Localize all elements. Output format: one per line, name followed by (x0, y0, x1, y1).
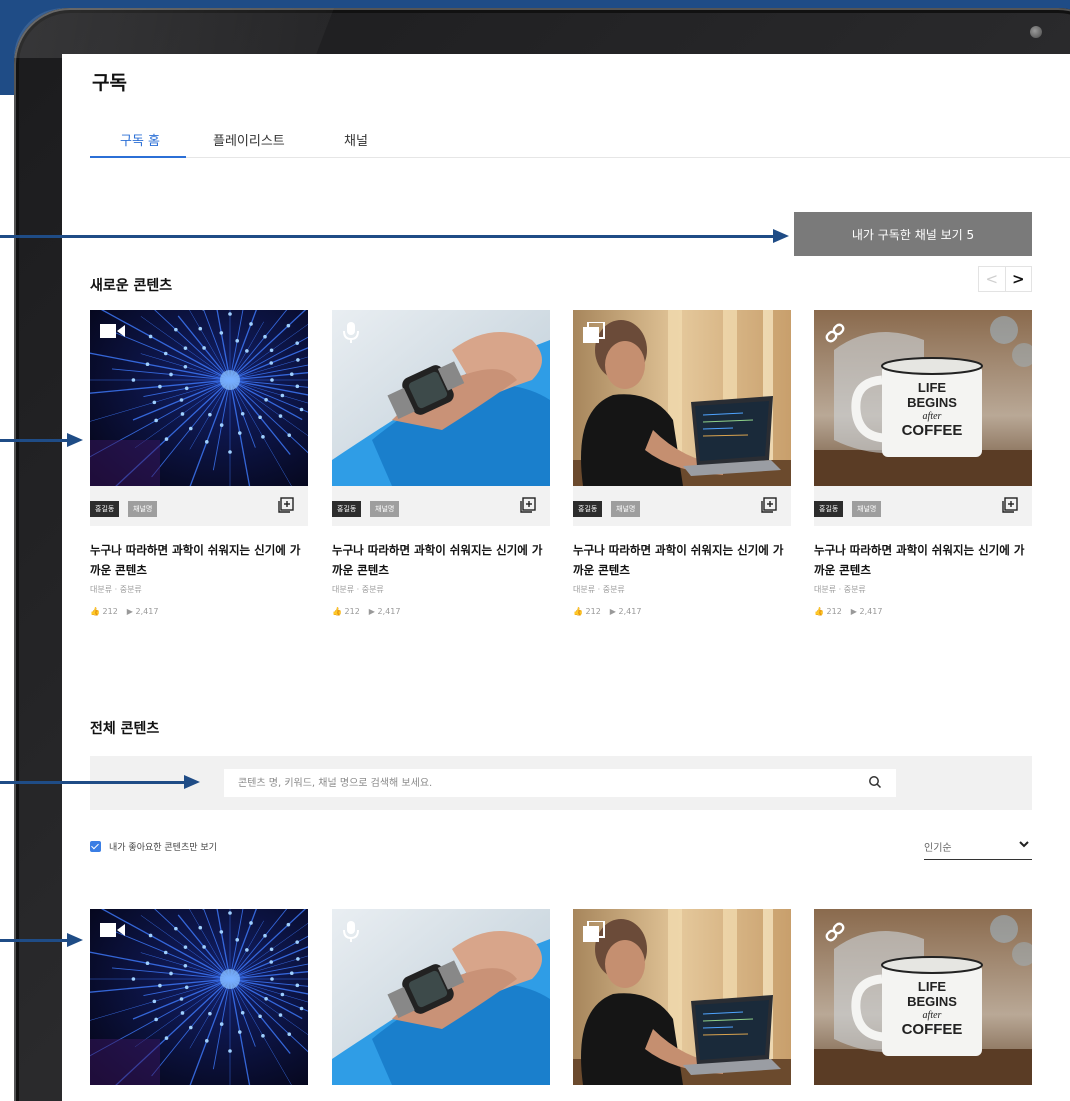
tab-playlist[interactable]: 플레이리스트 (213, 130, 285, 149)
like-count: 212 (344, 607, 360, 616)
channel-badge[interactable]: 채널명 (611, 501, 641, 517)
content-category: 대분류 · 중분류 (814, 585, 866, 594)
thumbs-up-icon: 👍 (90, 607, 100, 616)
thumbs-up-icon: 👍 (814, 607, 824, 616)
svg-text:after: after (923, 411, 942, 422)
svg-text:after: after (923, 1010, 942, 1021)
carousel-pager: < > (978, 266, 1032, 292)
content-card[interactable] (90, 909, 308, 1085)
content-thumbnail[interactable] (90, 909, 308, 1085)
svg-text:LIFE: LIFE (918, 380, 946, 395)
channel-badge[interactable]: 채널명 (370, 501, 400, 517)
annotation-arrow (0, 229, 789, 243)
app-screen: 구독 구독 홈 플레이리스트 채널 내가 구독한 채널 보기 5 새로운 콘텐츠… (62, 54, 1070, 1101)
active-tab-indicator (90, 156, 186, 158)
prev-button[interactable]: < (979, 267, 1006, 291)
content-stats: 👍 212 ▶ 2,417 (814, 607, 1032, 616)
author-badge[interactable]: 홍길동 (573, 501, 603, 517)
annotation-arrow (0, 775, 200, 789)
author-badge[interactable]: 홍길동 (90, 501, 120, 517)
content-thumbnail[interactable] (573, 310, 791, 486)
annotation-arrow (0, 933, 83, 947)
content-category: 대분류 · 중분류 (573, 585, 625, 594)
view-count: 2,417 (377, 607, 401, 616)
content-card[interactable]: 홍길동 채널명 누구나 따라하면 과학이 쉬워지는 신기에 가까운 콘텐츠 대분… (90, 310, 308, 616)
content-card[interactable] (573, 909, 791, 1085)
next-button[interactable]: > (1006, 267, 1032, 291)
sort-value: 인기순 (924, 843, 952, 854)
sort-dropdown[interactable]: 인기순 (924, 836, 1032, 860)
card-meta-bar: 홍길동 채널명 (814, 486, 1032, 526)
tab-bar: 구독 홈 플레이리스트 채널 (90, 122, 1070, 158)
add-to-playlist-icon[interactable] (520, 497, 536, 513)
content-title[interactable]: 누구나 따라하면 과학이 쉬워지는 신기에 가까운 콘텐츠 (573, 540, 791, 580)
content-thumbnail[interactable] (90, 310, 308, 486)
author-badge[interactable]: 홍길동 (814, 501, 844, 517)
view-count: 2,417 (135, 607, 159, 616)
tablet-glare (14, 8, 334, 58)
content-thumbnail[interactable]: LIFE BEGINS after COFFEE (814, 909, 1032, 1085)
content-thumbnail[interactable] (332, 310, 550, 486)
liked-filter[interactable]: 내가 좋아요한 콘텐츠만 보기 (90, 840, 217, 853)
content-stats: 👍 212 ▶ 2,417 (332, 607, 550, 616)
play-icon: ▶ (126, 607, 133, 616)
content-title[interactable]: 누구나 따라하면 과학이 쉬워지는 신기에 가까운 콘텐츠 (90, 540, 308, 580)
channel-badge[interactable]: 채널명 (852, 501, 882, 517)
content-category: 대분류 · 중분류 (332, 585, 384, 594)
content-card[interactable]: 홍길동 채널명 누구나 따라하면 과학이 쉬워지는 신기에 가까운 콘텐츠 대분… (332, 310, 550, 616)
annotation-arrow (0, 433, 83, 447)
search-input[interactable] (224, 769, 896, 797)
card-meta-bar: 홍길동 채널명 (90, 486, 308, 526)
search-icon[interactable] (868, 775, 882, 789)
card-meta-bar: 홍길동 채널명 (573, 486, 791, 526)
chevron-down-icon (1019, 841, 1029, 848)
view-count: 2,417 (859, 607, 883, 616)
content-card[interactable]: LIFE BEGINS after COFFEE 홍길동 채널명 누구나 따라하면 과… (814, 310, 1032, 616)
search-bar (90, 756, 1032, 810)
liked-filter-label: 내가 좋아요한 콘텐츠만 보기 (109, 843, 217, 853)
all-contents-title: 전체 콘텐츠 (90, 721, 160, 737)
svg-text:BEGINS: BEGINS (907, 994, 957, 1009)
content-stats: 👍 212 ▶ 2,417 (573, 607, 791, 616)
thumbs-up-icon: 👍 (332, 607, 342, 616)
add-to-playlist-icon[interactable] (761, 497, 777, 513)
content-thumbnail[interactable] (332, 909, 550, 1085)
svg-text:COFFEE: COFFEE (902, 422, 963, 439)
content-category: 대분류 · 중분류 (90, 585, 142, 594)
svg-text:COFFEE: COFFEE (902, 1021, 963, 1038)
play-icon: ▶ (609, 607, 616, 616)
author-badge[interactable]: 홍길동 (332, 501, 362, 517)
view-subscribed-channels-button[interactable]: 내가 구독한 채널 보기 5 (794, 212, 1032, 256)
view-count: 2,417 (618, 607, 642, 616)
tab-subscribe-home[interactable]: 구독 홈 (120, 130, 160, 149)
channel-badge[interactable]: 채널명 (128, 501, 158, 517)
content-thumbnail[interactable] (573, 909, 791, 1085)
liked-filter-checkbox[interactable] (90, 841, 101, 852)
tab-channel[interactable]: 채널 (344, 130, 368, 149)
add-to-playlist-icon[interactable] (1002, 497, 1018, 513)
content-title[interactable]: 누구나 따라하면 과학이 쉬워지는 신기에 가까운 콘텐츠 (332, 540, 550, 580)
add-to-playlist-icon[interactable] (278, 497, 294, 513)
like-count: 212 (826, 607, 842, 616)
new-contents-title: 새로운 콘텐츠 (90, 278, 173, 294)
content-stats: 👍 212 ▶ 2,417 (90, 607, 308, 616)
svg-text:BEGINS: BEGINS (907, 395, 957, 410)
like-count: 212 (102, 607, 118, 616)
like-count: 212 (585, 607, 601, 616)
content-card[interactable]: LIFE BEGINS after COFFEE (814, 909, 1032, 1085)
svg-text:LIFE: LIFE (918, 979, 946, 994)
page-title: 구독 (92, 72, 127, 94)
content-thumbnail[interactable]: LIFE BEGINS after COFFEE (814, 310, 1032, 486)
thumbs-up-icon: 👍 (573, 607, 583, 616)
content-card[interactable]: 홍길동 채널명 누구나 따라하면 과학이 쉬워지는 신기에 가까운 콘텐츠 대분… (573, 310, 791, 616)
play-icon: ▶ (850, 607, 857, 616)
content-card[interactable] (332, 909, 550, 1085)
play-icon: ▶ (368, 607, 375, 616)
card-meta-bar: 홍길동 채널명 (332, 486, 550, 526)
camera-icon (1030, 26, 1042, 38)
content-title[interactable]: 누구나 따라하면 과학이 쉬워지는 신기에 가까운 콘텐츠 (814, 540, 1032, 580)
